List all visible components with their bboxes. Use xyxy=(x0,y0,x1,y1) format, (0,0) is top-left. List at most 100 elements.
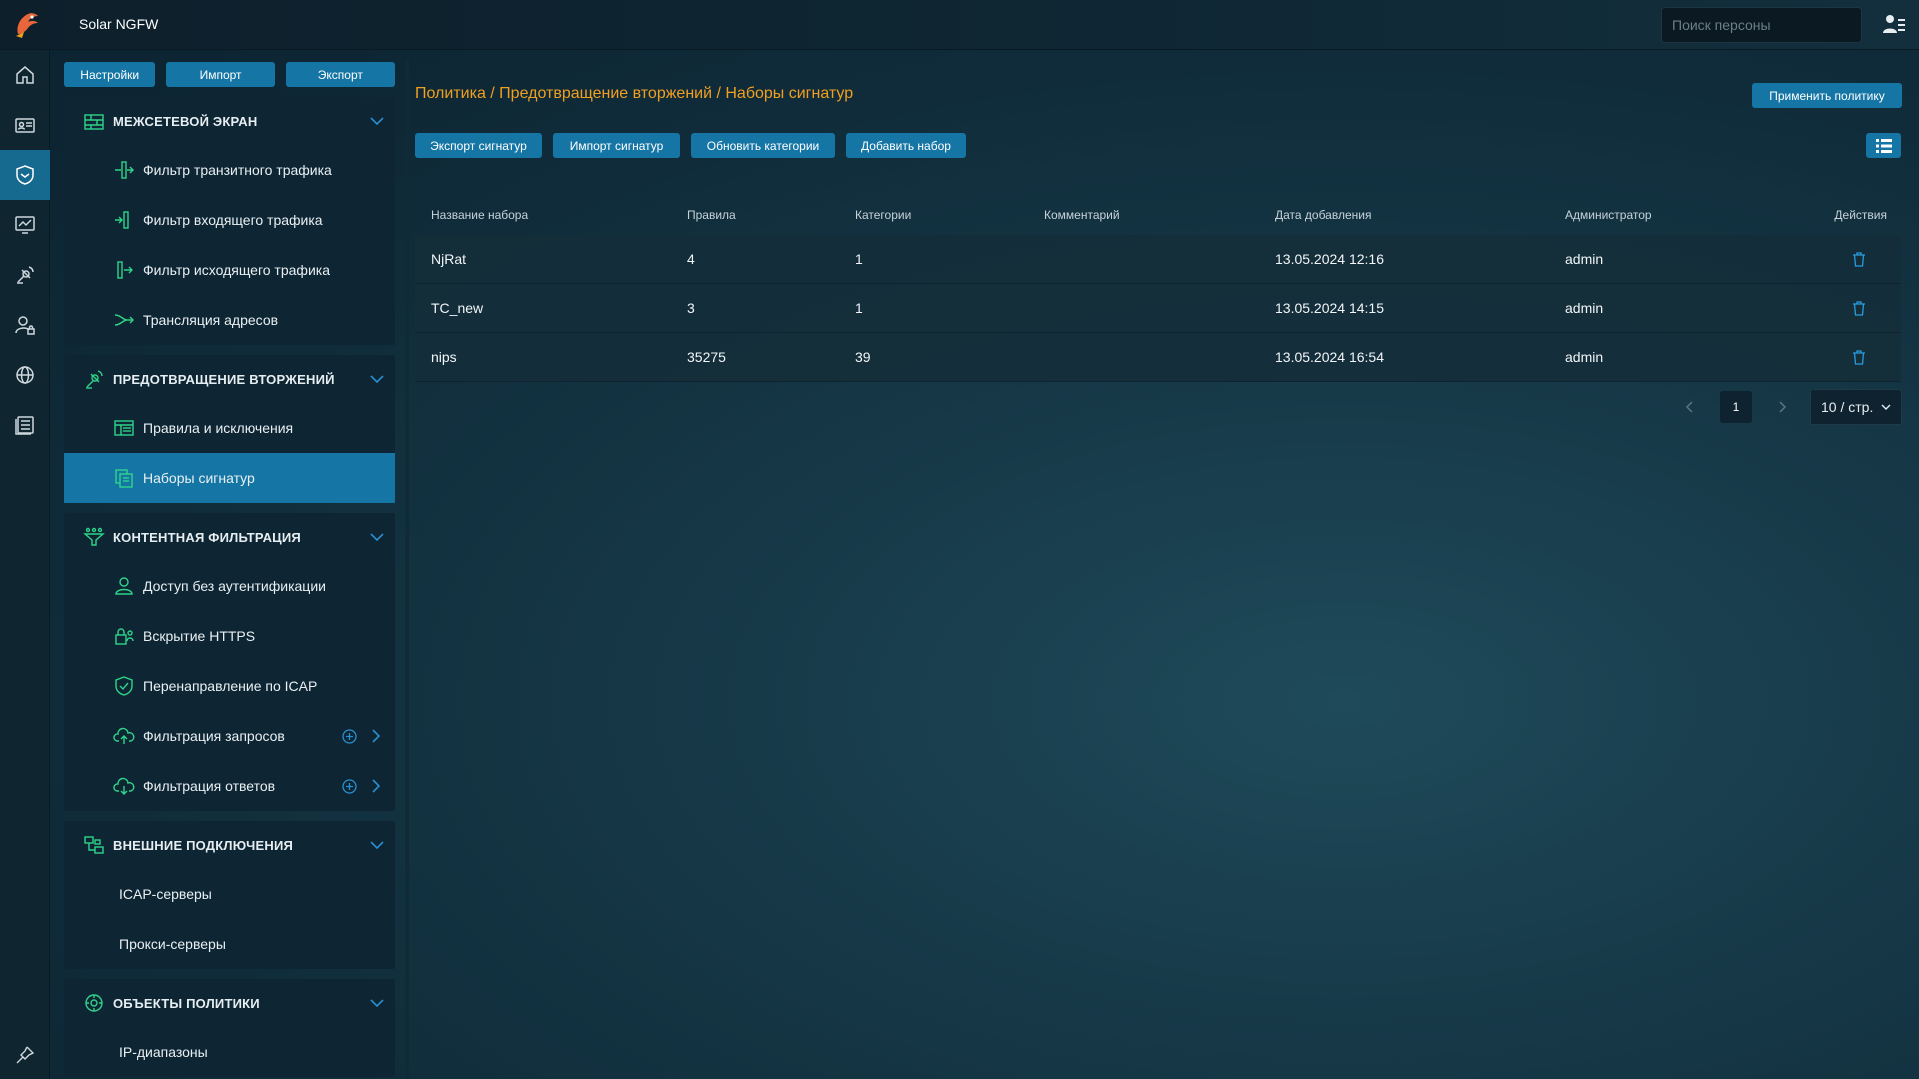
shield-icon xyxy=(16,165,34,185)
chevron-down-icon[interactable] xyxy=(369,837,385,853)
pagination: 1 10 / стр. xyxy=(1680,389,1902,425)
section-header-content-filtering[interactable]: КОНТЕНТНАЯ ФИЛЬТРАЦИЯ xyxy=(64,513,395,561)
rail-logs[interactable] xyxy=(0,400,50,450)
sidebar-item-icap-servers[interactable]: ICAP-серверы xyxy=(64,869,395,919)
export-button[interactable]: Экспорт xyxy=(285,62,395,87)
signature-sets-table: Название набора Правила Категории Коммен… xyxy=(415,195,1901,382)
page-number[interactable]: 1 xyxy=(1720,391,1752,423)
sidebar-item-no-auth-access[interactable]: Доступ без аутентификации xyxy=(64,561,395,611)
import-signatures-button[interactable]: Импорт сигнатур xyxy=(553,133,680,158)
prev-page-button[interactable] xyxy=(1680,397,1700,417)
sidebar-item-ip-ranges[interactable]: IP-диапазоны xyxy=(64,1027,395,1077)
sidebar-item-rules-exceptions[interactable]: Правила и исключения xyxy=(64,403,395,453)
trash-icon[interactable] xyxy=(1851,349,1867,365)
section-header-firewall[interactable]: МЕЖСЕТЕВОЙ ЭКРАН xyxy=(64,97,395,145)
chevron-down-icon[interactable] xyxy=(369,113,385,129)
rail-users[interactable] xyxy=(0,300,50,350)
rail-network[interactable] xyxy=(0,350,50,400)
settings-button[interactable]: Настройки xyxy=(64,62,156,87)
section-header-external-connections[interactable]: ВНЕШНИЕ ПОДКЛЮЧЕНИЯ xyxy=(64,821,395,869)
rules-table-icon xyxy=(114,420,134,436)
add-set-button[interactable]: Добавить набор xyxy=(846,133,966,158)
chevron-down-icon[interactable] xyxy=(369,529,385,545)
column-header-actions: Действия xyxy=(1795,208,1901,222)
sidebar-item-nat[interactable]: Трансляция адресов xyxy=(64,295,395,345)
table-row[interactable]: nips 35275 39 13.05.2024 16:54 admin xyxy=(415,333,1901,382)
table-row[interactable]: TC_new 3 1 13.05.2024 14:15 admin xyxy=(415,284,1901,333)
sidebar-item-icap-redirect[interactable]: Перенаправление по ICAP xyxy=(64,661,395,711)
search-input[interactable]: Поиск персоны xyxy=(1661,7,1862,43)
column-header-comment[interactable]: Комментарий xyxy=(1044,208,1275,222)
sidebar-item-transit-filter[interactable]: Фильтр транзитного трафика xyxy=(64,145,395,195)
next-page-button[interactable] xyxy=(1772,397,1792,417)
sidebar-item-label: Фильтрация ответов xyxy=(143,778,276,794)
sidebar-item-inbound-filter[interactable]: Фильтр входящего трафика xyxy=(64,195,395,245)
sidebar-item-label: Правила и исключения xyxy=(143,420,294,436)
chevron-right-icon[interactable] xyxy=(369,728,383,744)
trash-icon[interactable] xyxy=(1851,251,1867,267)
column-header-categories[interactable]: Категории xyxy=(855,208,1044,222)
sidebar-item-label: Фильтрация запросов xyxy=(143,728,285,744)
column-header-date-added[interactable]: Дата добавления xyxy=(1275,208,1565,222)
sidebar-item-label: Наборы сигнатур xyxy=(143,470,255,486)
sidebar-divider xyxy=(405,60,409,1079)
apply-policy-button[interactable]: Применить политику xyxy=(1752,83,1902,108)
home-icon xyxy=(16,66,34,84)
chevron-down-icon[interactable] xyxy=(369,995,385,1011)
cell-name: TC_new xyxy=(431,300,484,316)
sidebar-item-proxy-servers[interactable]: Прокси-серверы xyxy=(64,919,395,969)
user-lock-icon xyxy=(15,316,35,335)
list-view-button[interactable] xyxy=(1866,133,1901,158)
sidebar-item-https-inspection[interactable]: Вскрытие HTTPS xyxy=(64,611,395,661)
chevron-right-icon[interactable] xyxy=(369,778,383,794)
add-circle-icon[interactable] xyxy=(342,779,357,794)
chevron-down-icon[interactable] xyxy=(369,371,385,387)
section-title: МЕЖСЕТЕВОЙ ЭКРАН xyxy=(113,113,258,129)
rail-ips[interactable] xyxy=(0,250,50,300)
signature-sets-icon xyxy=(115,469,133,488)
add-circle-icon[interactable] xyxy=(342,729,357,744)
shield-check-icon xyxy=(115,676,133,696)
import-button[interactable]: Импорт xyxy=(166,62,275,87)
cell-date-added: 13.05.2024 16:54 xyxy=(1275,349,1384,365)
solar-logo-icon[interactable] xyxy=(12,8,42,40)
cell-name: NjRat xyxy=(431,251,467,267)
sidebar-item-outbound-filter[interactable]: Фильтр исходящего трафика xyxy=(64,245,395,295)
table-row[interactable]: NjRat 4 1 13.05.2024 12:16 admin xyxy=(415,235,1901,284)
top-bar: Solar NGFW Поиск персоны xyxy=(0,0,1919,50)
column-header-admin[interactable]: Администратор xyxy=(1565,208,1795,222)
cell-actions xyxy=(1795,251,1901,267)
section-header-policy-objects[interactable]: ОБЪЕКТЫ ПОЛИТИКИ xyxy=(64,979,395,1027)
sidebar-item-response-filtering[interactable]: Фильтрация ответов xyxy=(64,761,395,811)
export-signatures-button[interactable]: Экспорт сигнатур xyxy=(415,133,542,158)
pin-icon[interactable] xyxy=(15,1045,35,1065)
section-firewall: МЕЖСЕТЕВОЙ ЭКРАН Фильтр транзитного траф… xyxy=(64,97,395,345)
policy-objects-icon xyxy=(85,994,103,1012)
cell-admin: admin xyxy=(1565,251,1604,267)
cell-actions xyxy=(1795,300,1901,316)
satellite-icon xyxy=(17,266,34,284)
rail-monitoring[interactable] xyxy=(0,200,50,250)
sidebar-item-request-filtering[interactable]: Фильтрация запросов xyxy=(64,711,395,761)
section-title: ВНЕШНИЕ ПОДКЛЮЧЕНИЯ xyxy=(113,837,294,853)
section-header-ips[interactable]: ПРЕДОТВРАЩЕНИЕ ВТОРЖЕНИЙ xyxy=(64,355,395,403)
rail-home[interactable] xyxy=(0,50,50,100)
cell-rules: 3 xyxy=(687,300,695,316)
column-header-rules[interactable]: Правила xyxy=(687,208,855,222)
rail-identity[interactable] xyxy=(0,100,50,150)
trash-icon[interactable] xyxy=(1851,300,1867,316)
user-menu-icon[interactable] xyxy=(1882,13,1906,35)
rail-policy[interactable] xyxy=(0,150,50,200)
cell-actions xyxy=(1795,349,1901,365)
sidebar-item-signature-sets[interactable]: Наборы сигнатур xyxy=(64,453,395,503)
page-size-select[interactable]: 10 / стр. xyxy=(1810,389,1902,425)
address-translation-icon xyxy=(114,314,134,326)
network-connections-icon xyxy=(84,836,104,854)
cell-categories: 39 xyxy=(855,349,871,365)
sidebar-item-label: Фильтр входящего трафика xyxy=(143,212,323,228)
section-title: ОБЪЕКТЫ ПОЛИТИКИ xyxy=(113,995,260,1011)
column-header-name[interactable]: Название набора xyxy=(415,208,687,222)
section-title: ПРЕДОТВРАЩЕНИЕ ВТОРЖЕНИЙ xyxy=(113,371,335,387)
update-categories-button[interactable]: Обновить категории xyxy=(691,133,835,158)
intrusion-prevention-icon xyxy=(86,370,103,389)
